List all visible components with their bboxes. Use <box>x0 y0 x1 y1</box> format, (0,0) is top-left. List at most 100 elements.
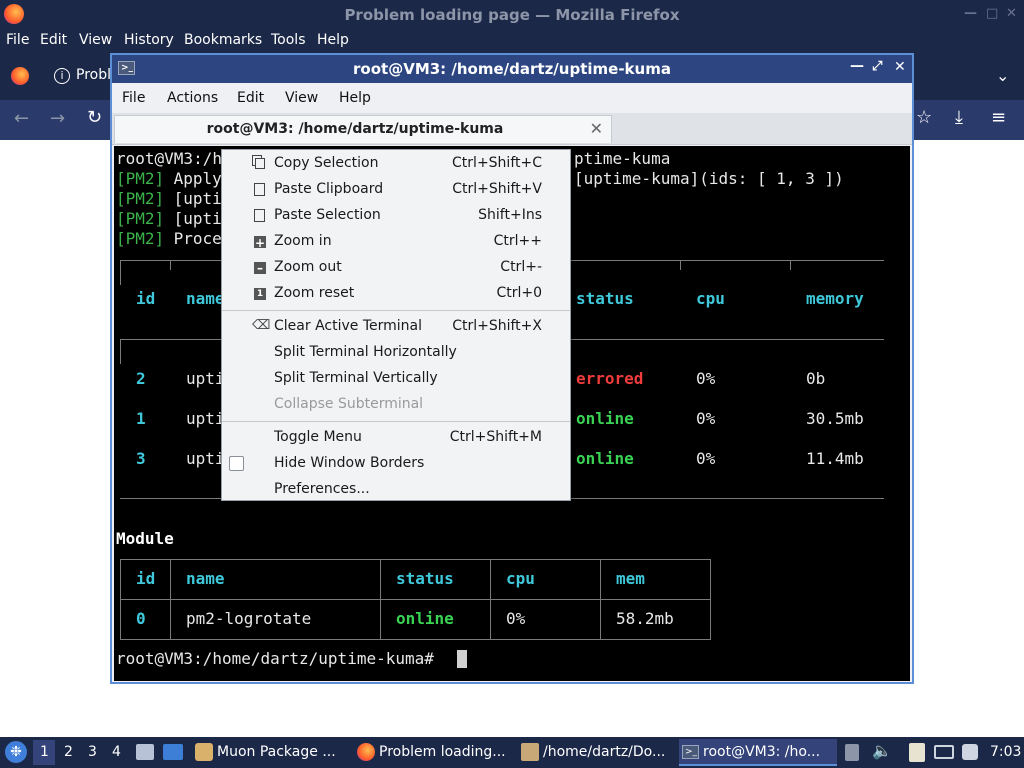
ff-menu-file[interactable]: File <box>6 32 29 48</box>
col-header-status: status <box>576 289 634 308</box>
pm2-line: Apply <box>164 169 222 188</box>
pm2-tag: [PM2] <box>116 229 165 248</box>
table-border <box>170 260 171 270</box>
row-memory: 30.5mb <box>806 409 864 428</box>
workspace-4[interactable]: 4 <box>112 744 121 760</box>
zoom-in-icon: + <box>254 236 266 250</box>
menu-item-toggle-menu[interactable]: Toggle Menu Ctrl+Shift+M <box>222 425 570 451</box>
pm2-tag: [PM2] <box>116 169 165 188</box>
close-icon[interactable]: ✕ <box>894 59 906 75</box>
ff-menu-edit[interactable]: Edit <box>40 32 67 48</box>
taskbar: ❉ 1 2 3 4 Muon Package ... Problem loadi… <box>0 737 1024 768</box>
maximize-icon[interactable]: □ <box>986 6 998 21</box>
close-icon[interactable]: ✕ <box>1006 6 1017 21</box>
start-menu-icon[interactable]: ❉ <box>5 741 27 763</box>
menu-item-clear-terminal[interactable]: ⌫ Clear Active Terminal Ctrl+Shift+X <box>222 314 570 340</box>
clock[interactable]: 7:03 <box>990 744 1021 760</box>
ff-menu-help[interactable]: Help <box>317 32 349 48</box>
reload-icon[interactable]: ↻ <box>87 107 102 128</box>
ff-menu-tools[interactable]: Tools <box>271 32 306 48</box>
term-menu-edit[interactable]: Edit <box>237 90 264 106</box>
task-terminal-active[interactable]: >_ root@VM3: /ho... <box>679 739 837 766</box>
term-menu-file[interactable]: File <box>122 90 145 106</box>
menu-item-preferences[interactable]: Preferences... <box>222 477 570 503</box>
tray-updates-icon[interactable] <box>845 744 859 761</box>
table-border <box>380 560 381 639</box>
menu-item-label: Toggle Menu <box>274 429 362 445</box>
terminal-tab[interactable]: root@VM3: /home/dartz/uptime-kuma ✕ <box>114 115 612 143</box>
menu-item-paste-selection[interactable]: Paste Selection Shift+Ins <box>222 203 570 229</box>
workspace-3[interactable]: 3 <box>88 744 97 760</box>
cmd-line: root@VM3:/h <box>116 149 222 168</box>
ff-menu-history[interactable]: History <box>124 32 174 48</box>
menu-item-zoom-out[interactable]: – Zoom out Ctrl+- <box>222 255 570 281</box>
minimize-icon[interactable]: — <box>964 6 977 21</box>
info-icon: i <box>54 68 70 84</box>
hamburger-menu-icon[interactable]: ≡ <box>991 107 1006 128</box>
task-firefox[interactable]: Problem loading... <box>355 739 515 766</box>
row-status-online: online <box>576 409 634 428</box>
network-icon[interactable] <box>934 745 954 759</box>
term-menu-actions[interactable]: Actions <box>167 90 218 106</box>
workspace-2[interactable]: 2 <box>64 744 73 760</box>
show-desktop-icon[interactable] <box>163 744 183 760</box>
module-row-status: online <box>396 609 454 628</box>
task-file-manager[interactable]: /home/dartz/Do... <box>519 739 677 766</box>
menu-item-shortcut: Ctrl+0 <box>496 285 542 301</box>
term-menu-view[interactable]: View <box>285 90 318 106</box>
table-border <box>680 260 681 270</box>
downloads-icon[interactable]: ⤓ <box>955 107 963 128</box>
module-header-id: id <box>136 569 156 588</box>
row-id: 1 <box>136 409 146 428</box>
table-border <box>790 260 791 270</box>
menu-item-split-horizontally[interactable]: Split Terminal Horizontally <box>222 340 570 366</box>
firefox-tab-label[interactable]: Probl <box>76 67 111 83</box>
tab-close-icon[interactable]: ✕ <box>590 119 603 138</box>
notifications-icon[interactable] <box>962 744 978 760</box>
copy-icon <box>255 158 265 169</box>
clear-backspace-icon: ⌫ <box>252 318 271 333</box>
task-label: root@VM3: /ho... <box>703 744 821 760</box>
module-row-name: pm2-logrotate <box>186 609 312 628</box>
term-menu-help[interactable]: Help <box>339 90 371 106</box>
menu-item-zoom-in[interactable]: + Zoom in Ctrl++ <box>222 229 570 255</box>
menu-item-label: Zoom in <box>274 233 332 249</box>
menu-item-split-vertically[interactable]: Split Terminal Vertically <box>222 366 570 392</box>
menu-item-label: Collapse Subterminal <box>274 396 424 412</box>
menu-item-label: Split Terminal Horizontally <box>274 344 457 360</box>
minimize-icon[interactable]: — <box>850 58 864 74</box>
ff-menu-view[interactable]: View <box>79 32 112 48</box>
volume-icon[interactable]: 🔈 <box>872 741 892 760</box>
forward-icon[interactable]: → <box>50 108 65 129</box>
table-border <box>600 560 601 639</box>
col-header-memory: memory <box>806 289 864 308</box>
ff-menu-bookmarks[interactable]: Bookmarks <box>184 32 262 48</box>
menu-item-paste-clipboard[interactable]: Paste Clipboard Ctrl+Shift+V <box>222 177 570 203</box>
file-manager-launcher-icon[interactable] <box>136 744 154 760</box>
task-muon-package-manager[interactable]: Muon Package ... <box>193 739 351 766</box>
row-id: 2 <box>136 369 146 388</box>
col-header-id: id <box>136 289 156 308</box>
menu-item-hide-window-borders[interactable]: Hide Window Borders <box>222 451 570 477</box>
menu-item-label: Paste Selection <box>274 207 381 223</box>
workspace-1[interactable]: 1 <box>40 744 49 760</box>
clipboard-tray-icon[interactable] <box>909 743 925 762</box>
table-border <box>170 560 171 639</box>
hide-borders-checkbox[interactable] <box>229 456 244 471</box>
shell-prompt: root@VM3:/home/dartz/uptime-kuma# <box>116 649 434 668</box>
package-icon <box>195 743 213 761</box>
menu-item-zoom-reset[interactable]: 1 Zoom reset Ctrl+0 <box>222 281 570 307</box>
menu-item-label: Split Terminal Vertically <box>274 370 438 386</box>
row-memory: 11.4mb <box>806 449 864 468</box>
module-header-mem: mem <box>616 569 645 588</box>
bookmark-star-icon[interactable]: ☆ <box>916 107 932 128</box>
tab-list-chevron-icon[interactable]: ⌄ <box>996 66 1009 85</box>
maximize-icon[interactable]: ⤢ <box>872 59 882 74</box>
menu-item-label: Zoom out <box>274 259 342 275</box>
firefox-view-icon[interactable] <box>11 67 29 85</box>
menu-item-copy-selection[interactable]: Copy Selection Ctrl+Shift+C <box>222 151 570 177</box>
back-icon[interactable]: ← <box>14 108 29 129</box>
row-id: 3 <box>136 449 146 468</box>
firefox-logo-icon <box>357 743 375 761</box>
terminal-tab-title: root@VM3: /home/dartz/uptime-kuma <box>206 121 504 137</box>
